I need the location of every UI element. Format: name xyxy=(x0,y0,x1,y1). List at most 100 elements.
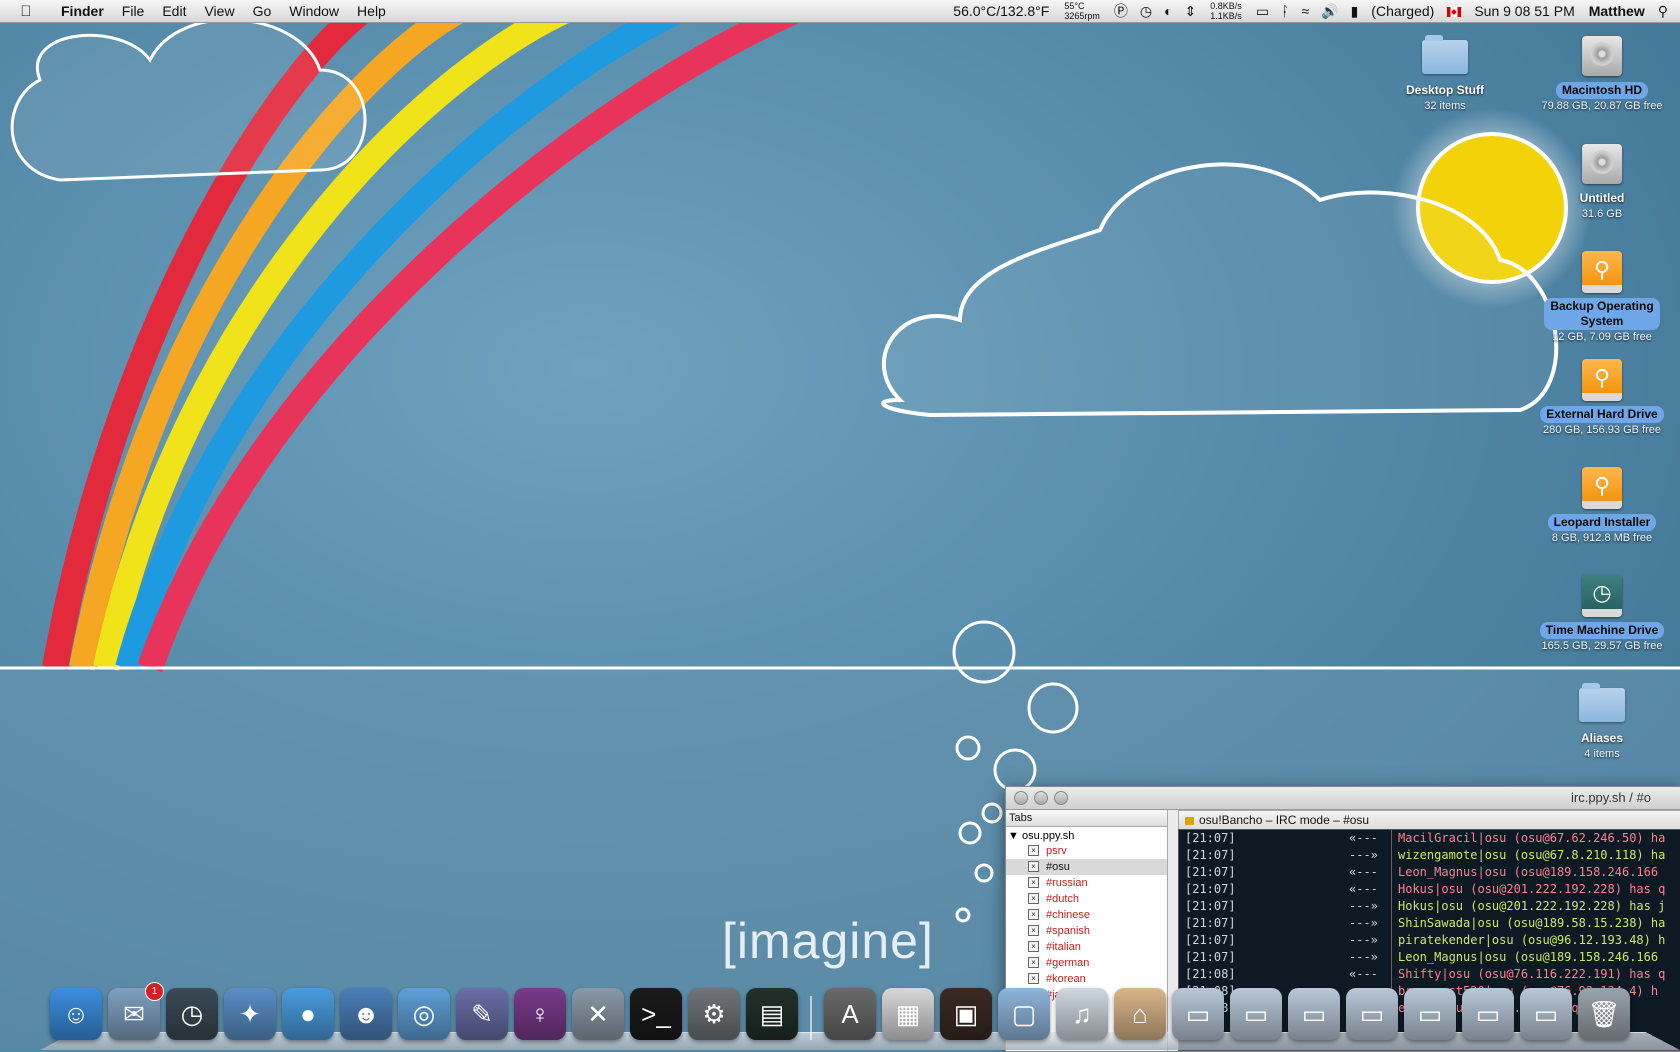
desktop-icon-label: Leopard Installer xyxy=(1547,514,1657,531)
app-menu-finder[interactable]: Finder xyxy=(52,0,113,22)
wifi-icon[interactable]: ≈ xyxy=(1295,3,1315,19)
desktop-icon-info: 165.5 GB, 29.57 GB free xyxy=(1541,640,1663,652)
tab-label: #german xyxy=(1046,957,1090,969)
minimized-window-1-icon[interactable]: ▭ xyxy=(1172,988,1224,1040)
front-row-icon[interactable]: ◎ xyxy=(398,988,450,1040)
address-book-icon[interactable]: ☻ xyxy=(340,988,392,1040)
downloads-folder-icon[interactable]: ▢ xyxy=(998,988,1050,1040)
desktop-icon-aliases[interactable]: Aliases 4 items xyxy=(1537,682,1667,760)
close-tab-icon[interactable]: × xyxy=(1028,909,1039,920)
desktop-icon-time-machine-drive[interactable]: ◷ Time Machine Drive 165.5 GB, 29.57 GB … xyxy=(1537,574,1667,652)
window-titlebar[interactable]: irc.ppy.sh / #o xyxy=(1006,787,1680,810)
quicksilver-icon[interactable]: Ⓟ xyxy=(1108,1,1134,21)
ichat-icon[interactable]: ● xyxy=(282,988,334,1040)
minimized-window-6-icon[interactable]: ▭ xyxy=(1462,988,1514,1040)
tab-item-russian[interactable]: × #russian xyxy=(1006,875,1167,891)
bluetooth-icon[interactable]: ᛛ xyxy=(1275,3,1295,19)
desktop-icon-label: Aliases xyxy=(1580,731,1624,745)
tab-item-german[interactable]: × #german xyxy=(1006,955,1167,971)
nocturne-icon[interactable]: ◐ xyxy=(1158,3,1178,19)
minimized-window-5-icon[interactable]: ▭ xyxy=(1404,988,1456,1040)
documents-stack-icon[interactable]: ▦ xyxy=(882,988,934,1040)
updown-arrows-icon[interactable]: ⇕ xyxy=(1179,3,1203,20)
close-tab-icon[interactable]: × xyxy=(1028,925,1039,936)
menu-file[interactable]: File xyxy=(113,0,154,22)
user-menu[interactable]: Matthew xyxy=(1582,0,1652,22)
chat-message: MacilGracil|osu (osu@67.62.246.50) ha xyxy=(1391,830,1665,847)
time-machine-icon[interactable]: ◷ xyxy=(166,988,218,1040)
xcode-icon[interactable]: ✕ xyxy=(572,988,624,1040)
close-tab-icon[interactable]: × xyxy=(1028,957,1039,968)
close-tab-icon[interactable]: × xyxy=(1028,877,1039,888)
fan-temp-readout[interactable]: 55°C 3265rpm xyxy=(1056,1,1108,21)
close-tab-icon[interactable]: × xyxy=(1028,941,1039,952)
close-window-button[interactable] xyxy=(1014,791,1028,805)
minimized-window-7-icon[interactable]: ▭ xyxy=(1520,988,1572,1040)
applications-folder-icon[interactable]: A xyxy=(824,988,876,1040)
music-stack-icon[interactable]: ♫ xyxy=(1056,988,1108,1040)
menu-help[interactable]: Help xyxy=(348,0,395,22)
menu-edit[interactable]: Edit xyxy=(153,0,195,22)
spotlight-search-icon[interactable]: ⚲ xyxy=(1652,3,1680,20)
menu-view[interactable]: View xyxy=(195,0,243,22)
battery-status[interactable]: (Charged) xyxy=(1364,0,1441,22)
desktop-icon-backup-operating-system[interactable]: ⚲ Backup Operating System 12 GB, 7.09 GB… xyxy=(1537,250,1667,343)
desktop-icon-macintosh-hd[interactable]: Macintosh HD 79.88 GB, 20.87 GB free xyxy=(1537,34,1667,112)
script-editor-icon[interactable]: ✎ xyxy=(456,988,508,1040)
minimized-window-4-icon[interactable]: ▭ xyxy=(1346,988,1398,1040)
finder-icon[interactable]: ☺ xyxy=(50,988,102,1040)
channel-title: osu!Bancho – IRC mode – #osu xyxy=(1199,813,1370,827)
desktop-icon-leopard-installer[interactable]: ⚲ Leopard Installer 8 GB, 912.8 MB free xyxy=(1537,466,1667,544)
minimized-window-3-icon[interactable]: ▭ xyxy=(1288,988,1340,1040)
usb-drive-icon: ⚲ xyxy=(1582,467,1622,509)
chat-message: ShinSawada|osu (osu@189.58.15.238) ha xyxy=(1391,915,1665,932)
desktop-icon-external-hard-drive[interactable]: ⚲ External Hard Drive 280 GB, 156.93 GB … xyxy=(1537,358,1667,436)
zoom-window-button[interactable] xyxy=(1054,791,1068,805)
photos-stack-icon[interactable]: ▣ xyxy=(940,988,992,1040)
temperature-readout[interactable]: 56.0°C/132.8°F xyxy=(946,0,1056,22)
system-preferences-icon[interactable]: ⚙ xyxy=(688,988,740,1040)
tab-item-italian[interactable]: × #italian xyxy=(1006,939,1167,955)
apple-menu-icon[interactable]:  xyxy=(0,3,52,20)
minimize-window-button[interactable] xyxy=(1034,791,1048,805)
mail-icon[interactable]: ✉ 1 xyxy=(108,982,164,1040)
network-speed-readout[interactable]: 0.8KB/s 1.1KB/s xyxy=(1202,1,1250,21)
tab-item-osu[interactable]: × #osu xyxy=(1006,859,1167,875)
chat-message: Hokus|osu (osu@201.222.192.228) has j xyxy=(1391,898,1665,915)
home-folder-icon[interactable]: ⌂ xyxy=(1114,988,1166,1040)
input-flag-icon[interactable] xyxy=(1441,3,1467,19)
adium-icon[interactable]: ♀ xyxy=(514,988,566,1040)
menu-go[interactable]: Go xyxy=(244,0,281,22)
desktop-icon-label: Macintosh HD xyxy=(1555,82,1648,99)
battery-icon[interactable]: ▮ xyxy=(1345,3,1365,20)
menu-clock[interactable]: Sun 9 08 51 PM xyxy=(1467,0,1581,22)
volume-icon[interactable]: 🔊 xyxy=(1315,3,1344,20)
desktop-icon-info: 12 GB, 7.09 GB free xyxy=(1552,331,1652,343)
chat-line: [21:07] ---» ShinSawada|osu (osu@189.58.15… xyxy=(1179,915,1680,932)
server-tree-item[interactable]: ▼ osu.ppy.sh xyxy=(1006,827,1167,843)
close-tab-icon[interactable]: × xyxy=(1028,893,1039,904)
disclosure-triangle-icon[interactable]: ▼ xyxy=(1008,830,1019,842)
terminal-icon[interactable]: >_ xyxy=(630,988,682,1040)
trash-icon[interactable]: 🗑 xyxy=(1578,988,1630,1040)
tab-label: #spanish xyxy=(1046,925,1091,937)
close-tab-icon[interactable]: × xyxy=(1028,845,1039,856)
tab-item-psrv[interactable]: × psrv xyxy=(1006,843,1167,859)
time-machine-menu-icon[interactable]: ◷ xyxy=(1134,3,1158,20)
chat-message: Shifty|osu (osu@76.116.222.191) has q xyxy=(1391,966,1665,983)
chat-line: [21:07] «--- MacilGracil|osu (osu@67.62.24… xyxy=(1179,830,1680,847)
close-tab-icon[interactable]: × xyxy=(1028,861,1039,872)
menu-window[interactable]: Window xyxy=(280,0,348,22)
activity-monitor-icon[interactable]: ▤ xyxy=(746,988,798,1040)
dock: ☺ ✉ 1 ◷ ✦ ● ☻ ◎ ✎ ♀ ✕ >_ ⚙ ▤ A ▦ ▣ ▢ ♫ ⌂ ▭ ▭ ▭ ▭ ▭ ▭ ▭ 🗑 xyxy=(40,982,1680,1050)
tab-item-dutch[interactable]: × #dutch xyxy=(1006,891,1167,907)
tab-item-chinese[interactable]: × #chinese xyxy=(1006,907,1167,923)
display-mirror-icon[interactable]: ▭ xyxy=(1250,3,1275,20)
chat-message: Leon_Magnus|osu (osu@189.158.246.166 xyxy=(1391,949,1658,966)
part-arrow-icon: «--- xyxy=(1349,967,1378,981)
desktop-icon-untitled[interactable]: Untitled 31.6 GB xyxy=(1537,142,1667,220)
tab-item-spanish[interactable]: × #spanish xyxy=(1006,923,1167,939)
safari-icon[interactable]: ✦ xyxy=(224,988,276,1040)
minimized-window-2-icon[interactable]: ▭ xyxy=(1230,988,1282,1040)
desktop-icon-desktop-stuff[interactable]: Desktop Stuff 32 items xyxy=(1380,34,1510,112)
